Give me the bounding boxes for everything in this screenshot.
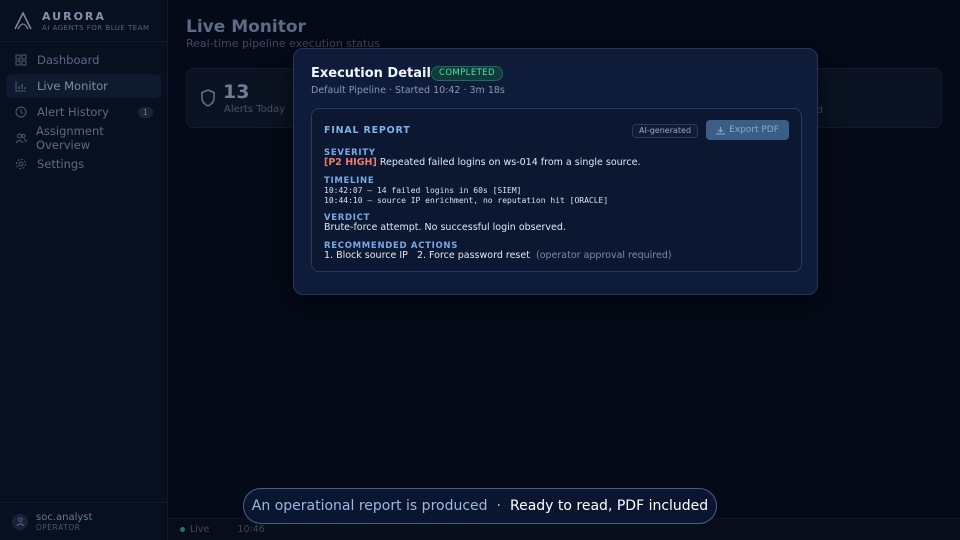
brand[interactable]: AURORA AI AGENTS FOR BLUE TEAM xyxy=(0,0,167,42)
live-indicator-icon xyxy=(180,527,185,532)
avatar xyxy=(12,513,28,530)
sidebar-item-assignment-overview[interactable]: Assignment Overview xyxy=(6,124,161,152)
sidebar-item-label: Alert History xyxy=(37,105,109,119)
verdict-text: Brute-force attempt. No successful login… xyxy=(324,222,566,233)
execution-detail-modal: Execution Detail COMPLETED Default Pipel… xyxy=(293,48,818,295)
severity-text: Repeated failed logins on ws-014 from a … xyxy=(379,157,641,168)
actions-note: (operator approval required) xyxy=(535,250,672,261)
users-icon xyxy=(14,131,27,145)
brand-name: AURORA xyxy=(42,9,106,23)
severity-tag: [P2 HIGH] xyxy=(324,157,377,168)
user-name: soc.analyst xyxy=(36,511,93,523)
sidebar: AURORA AI AGENTS FOR BLUE TEAM Dashboard… xyxy=(0,0,168,540)
sidebar-item-settings[interactable]: Settings xyxy=(6,152,161,176)
sidebar-item-label: Settings xyxy=(37,157,85,171)
download-icon xyxy=(716,126,725,135)
sidebar-item-alert-history[interactable]: Alert History 1 xyxy=(6,100,161,124)
sidebar-nav: Dashboard Live Monitor Alert History 1 A… xyxy=(0,42,167,184)
actions-line: 1. Block source IP 2. Force password res… xyxy=(324,250,672,261)
aurora-logo-icon xyxy=(14,10,32,29)
caption-part-2: Ready to read, PDF included xyxy=(510,498,709,514)
page-title: Live Monitor xyxy=(186,17,306,37)
actions-text: 1. Block source IP 2. Force password res… xyxy=(324,250,530,261)
caption-part-1: An operational report is produced xyxy=(251,498,488,514)
user-profile[interactable]: soc.analyst OPERATOR xyxy=(0,502,168,540)
alert-count-badge: 1 xyxy=(137,106,153,118)
gear-icon xyxy=(14,157,28,171)
export-pdf-button[interactable]: Export PDF xyxy=(706,120,789,140)
ai-generated-chip: AI-generated xyxy=(632,124,699,138)
sidebar-item-live-monitor[interactable]: Live Monitor xyxy=(6,74,161,98)
user-icon xyxy=(16,517,24,526)
brand-tagline: AI AGENTS FOR BLUE TEAM xyxy=(42,23,150,32)
caption-banner: An operational report is produced · Read… xyxy=(243,488,717,524)
export-pdf-label: Export PDF xyxy=(729,125,779,135)
live-label: Live xyxy=(190,524,210,535)
sidebar-item-dashboard[interactable]: Dashboard xyxy=(6,48,161,72)
report-heading: FINAL REPORT xyxy=(324,125,411,136)
alerts-today-value: 13 xyxy=(223,81,250,103)
severity-line: [P2 HIGH] Repeated failed logins on ws-0… xyxy=(324,157,640,168)
grid-icon xyxy=(14,53,28,67)
status-badge: COMPLETED xyxy=(431,66,503,81)
timeline-entry: 10:44:10 — source IP enrichment, no repu… xyxy=(324,196,609,205)
user-role: OPERATOR xyxy=(36,522,81,532)
sidebar-item-label: Assignment Overview xyxy=(36,124,104,152)
sidebar-item-label: Dashboard xyxy=(37,53,100,67)
modal-title: Execution Detail xyxy=(311,66,431,81)
timeline-label: TIMELINE xyxy=(324,176,375,186)
alerts-today-label: Alerts Today xyxy=(224,104,286,115)
shield-icon xyxy=(201,89,215,107)
final-report-panel: FINAL REPORT AI-generated Export PDF SEV… xyxy=(311,108,802,272)
bar-chart-icon xyxy=(14,79,28,93)
modal-subtitle: Default Pipeline · Started 10:42 · 3m 18… xyxy=(311,85,505,96)
caption-separator: · xyxy=(496,498,501,514)
status-time: 10:46 xyxy=(237,524,265,535)
sidebar-item-label: Live Monitor xyxy=(37,79,108,93)
timeline-entry: 10:42:07 — 14 failed logins in 60s [SIEM… xyxy=(324,186,522,195)
clock-icon xyxy=(14,105,28,119)
